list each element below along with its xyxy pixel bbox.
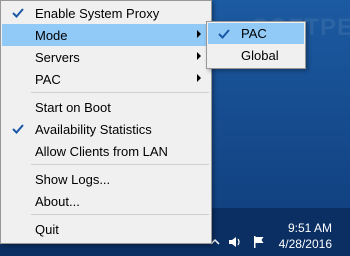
menu-item-label: Allow Clients from LAN bbox=[35, 143, 168, 159]
mode-submenu: PAC Global bbox=[206, 21, 306, 69]
submenu-item-label: PAC bbox=[241, 26, 267, 41]
menu-item-label: PAC bbox=[35, 71, 61, 87]
volume-icon[interactable] bbox=[228, 235, 244, 249]
menu-item-label: Enable System Proxy bbox=[35, 5, 160, 21]
submenu-arrow-icon bbox=[197, 30, 201, 38]
menu-item-about[interactable]: About... bbox=[2, 190, 210, 212]
menu-item-label: Start on Boot bbox=[35, 99, 111, 115]
clock-date: 4/28/2016 bbox=[278, 237, 332, 251]
menu-item-show-logs[interactable]: Show Logs... bbox=[2, 168, 210, 190]
menu-separator bbox=[31, 92, 209, 93]
clock-time: 9:51 AM bbox=[287, 221, 332, 235]
submenu-arrow-icon bbox=[197, 74, 201, 82]
menu-separator bbox=[31, 164, 209, 165]
menu-item-pac[interactable]: PAC bbox=[2, 68, 210, 90]
checkmark-icon bbox=[218, 29, 230, 39]
menu-item-label: Show Logs... bbox=[35, 171, 111, 187]
submenu-arrow-icon bbox=[197, 52, 201, 60]
menu-item-label: About... bbox=[35, 193, 80, 209]
submenu-item-global[interactable]: Global bbox=[208, 45, 304, 66]
menu-item-start-on-boot[interactable]: Start on Boot bbox=[2, 96, 210, 118]
menu-item-availability-statistics[interactable]: Availability Statistics bbox=[2, 118, 210, 140]
menu-item-label: Servers bbox=[35, 49, 80, 65]
menu-item-mode[interactable]: Mode bbox=[2, 24, 210, 46]
menu-item-enable-system-proxy[interactable]: Enable System Proxy bbox=[2, 2, 210, 24]
menu-item-label: Quit bbox=[35, 221, 59, 237]
taskbar-clock[interactable]: 9:51 AM 4/28/2016 bbox=[279, 220, 332, 252]
menu-item-allow-clients-lan[interactable]: Allow Clients from LAN bbox=[2, 140, 210, 162]
menu-item-label: Mode bbox=[35, 27, 68, 43]
menu-item-label: Availability Statistics bbox=[35, 121, 152, 137]
menu-item-quit[interactable]: Quit bbox=[2, 218, 210, 240]
menu-item-servers[interactable]: Servers bbox=[2, 46, 210, 68]
menu-separator bbox=[31, 214, 209, 215]
checkmark-icon bbox=[12, 8, 24, 18]
context-menu: Enable System Proxy Mode Servers PAC Sta… bbox=[0, 0, 212, 244]
submenu-item-label: Global bbox=[241, 48, 279, 63]
flag-icon[interactable] bbox=[252, 235, 266, 249]
checkmark-icon bbox=[12, 124, 24, 134]
submenu-item-pac[interactable]: PAC bbox=[208, 23, 304, 44]
